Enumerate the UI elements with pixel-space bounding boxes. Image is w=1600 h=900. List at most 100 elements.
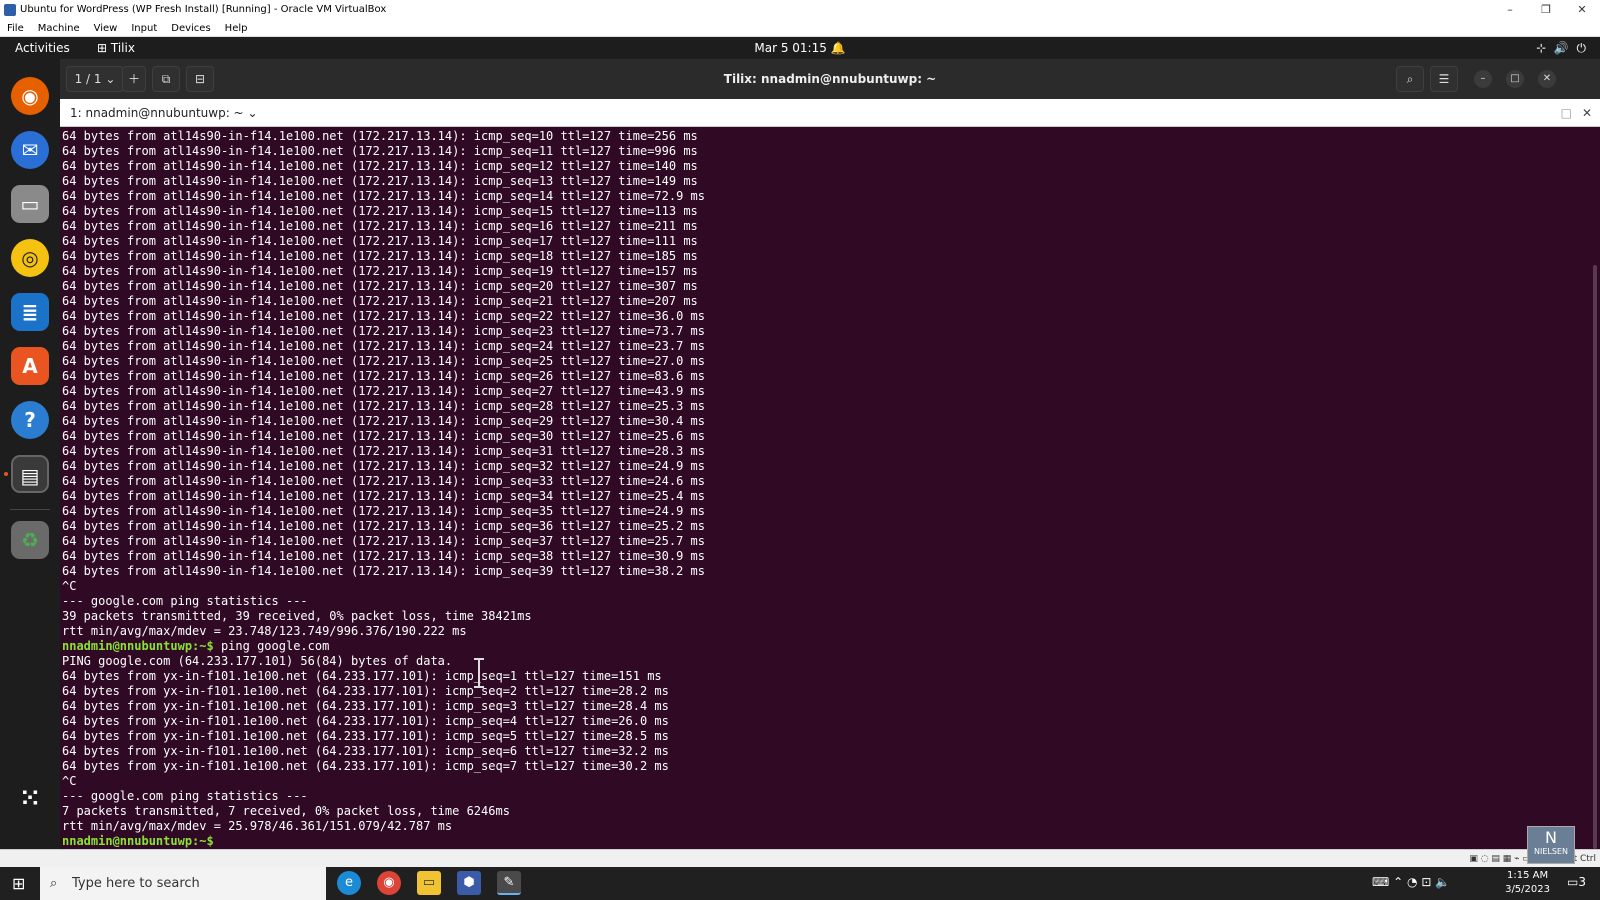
restore-icon[interactable]: ❐ xyxy=(1528,0,1564,20)
split-down-button[interactable]: ⊟ xyxy=(186,66,214,92)
notification-center[interactable]: ▭3 xyxy=(1567,875,1586,889)
running-indicator xyxy=(4,472,8,476)
terminal-line: 64 bytes from atl14s90-in-f14.1e100.net … xyxy=(62,429,705,443)
terminal-line: 64 bytes from atl14s90-in-f14.1e100.net … xyxy=(62,294,698,308)
nielsen-watermark-logo: N NIELSEN xyxy=(1527,826,1575,864)
chrome-icon[interactable]: ◉ xyxy=(377,871,401,895)
terminal-line: 64 bytes from atl14s90-in-f14.1e100.net … xyxy=(62,489,705,503)
terminal-line: PING google.com (64.233.177.101) 56(84) … xyxy=(62,654,453,668)
close-terminal-icon[interactable]: ✕ xyxy=(1582,99,1592,127)
text-cursor-icon xyxy=(474,658,484,688)
menu-help[interactable]: Help xyxy=(218,20,255,37)
maximize-icon[interactable]: □ xyxy=(1506,70,1524,88)
tilix-headerbar: Tilix: nnadmin@nnubuntuwp: ~ 1 / 1 ⌄ ＋ ⧉… xyxy=(60,59,1600,99)
terminal-line: --- google.com ping statistics --- xyxy=(62,594,308,608)
terminal-line: 64 bytes from atl14s90-in-f14.1e100.net … xyxy=(62,174,698,188)
watermark-text: NIELSEN xyxy=(1534,847,1568,856)
terminal-line: 64 bytes from atl14s90-in-f14.1e100.net … xyxy=(62,189,705,203)
terminal-line: 64 bytes from atl14s90-in-f14.1e100.net … xyxy=(62,219,698,233)
find-button[interactable]: ⌕ xyxy=(1396,66,1424,92)
terminal-scrollbar[interactable] xyxy=(1593,265,1597,849)
terminal-line: 64 bytes from atl14s90-in-f14.1e100.net … xyxy=(62,519,705,533)
split-right-button[interactable]: ⧉ xyxy=(152,66,180,92)
terminal-line: 64 bytes from yx-in-f101.1e100.net (64.2… xyxy=(62,684,669,698)
terminal-line: 64 bytes from yx-in-f101.1e100.net (64.2… xyxy=(62,744,669,758)
terminal-line: 64 bytes from atl14s90-in-f14.1e100.net … xyxy=(62,564,705,578)
close-icon[interactable]: ✕ xyxy=(1538,70,1556,88)
prompt-line: nnadmin@nnubuntuwp:~$ ping google.com xyxy=(62,639,1600,654)
search-icon: ⌕ xyxy=(50,876,58,891)
edge-icon[interactable]: e xyxy=(337,871,361,895)
terminal-line: 64 bytes from atl14s90-in-f14.1e100.net … xyxy=(62,444,705,458)
menu-machine[interactable]: Machine xyxy=(31,20,87,37)
watermark-mark: N xyxy=(1545,828,1557,847)
system-tray[interactable]: ⊹ 🔊 ⏻ xyxy=(1536,37,1586,59)
dock-separator xyxy=(10,509,50,510)
chevron-down-icon: ⌄ xyxy=(105,72,116,86)
rhythmbox-icon[interactable]: ◎ xyxy=(11,239,49,277)
terminal-line: ^C xyxy=(62,579,77,593)
software-center-icon[interactable]: A xyxy=(11,347,49,385)
taskbar-date: 3/5/2023 xyxy=(1505,884,1550,895)
close-icon[interactable]: ✕ xyxy=(1564,0,1600,20)
taskbar-search-box[interactable]: ⌕ Type here to search xyxy=(40,867,326,900)
minimize-icon[interactable]: – xyxy=(1474,70,1492,88)
terminal-output[interactable]: 64 bytes from atl14s90-in-f14.1e100.net … xyxy=(60,127,1600,849)
trash-icon[interactable]: ♻ xyxy=(11,521,49,559)
terminal-title-dropdown[interactable]: 1: nnadmin@nnubuntuwp: ~ ⌄ xyxy=(70,99,258,127)
terminal-line: 64 bytes from atl14s90-in-f14.1e100.net … xyxy=(62,234,698,248)
split-right-icon: ⧉ xyxy=(161,72,171,86)
terminal-line: 7 packets transmitted, 7 received, 0% pa… xyxy=(62,804,510,818)
keyboard-icon: ⌨ xyxy=(1372,875,1390,889)
libreoffice-writer-icon[interactable]: ≣ xyxy=(11,293,49,331)
maximize-terminal-icon[interactable]: □ xyxy=(1561,99,1572,127)
terminal-line: 64 bytes from atl14s90-in-f14.1e100.net … xyxy=(62,549,705,563)
search-placeholder: Type here to search xyxy=(72,876,200,891)
clock-text: Mar 5 01:15 xyxy=(754,41,827,55)
terminal-line: 64 bytes from atl14s90-in-f14.1e100.net … xyxy=(62,384,705,398)
terminal-line: 64 bytes from yx-in-f101.1e100.net (64.2… xyxy=(62,729,669,743)
terminal-line: 64 bytes from yx-in-f101.1e100.net (64.2… xyxy=(62,669,662,683)
volume-icon: 🔈 xyxy=(1435,875,1451,889)
menu-file[interactable]: File xyxy=(0,20,31,37)
windows-taskbar: ⊞ ⌕ Type here to search e ◉ ▭ ⬢ ✎ ⌨ ⌃ ◔ … xyxy=(0,867,1600,900)
menu-view[interactable]: View xyxy=(87,20,125,37)
plus-icon: ＋ xyxy=(127,72,140,86)
files-icon[interactable]: ▭ xyxy=(11,185,49,223)
thunderbird-icon[interactable]: ✉ xyxy=(11,131,49,169)
terminal-line: 64 bytes from yx-in-f101.1e100.net (64.2… xyxy=(62,714,669,728)
hamburger-menu-button[interactable]: ☰ xyxy=(1430,66,1458,92)
shell-command: ping google.com xyxy=(213,639,330,653)
terminal-line: ^C xyxy=(62,774,77,788)
tilix-window-title: Tilix: nnadmin@nnubuntuwp: ~ xyxy=(723,72,937,86)
power-icon: ⏻ xyxy=(1576,41,1587,55)
clock[interactable]: Mar 5 01:15 🔔 xyxy=(0,37,1600,59)
terminal-line: rtt min/avg/max/mdev = 23.748/123.749/99… xyxy=(62,624,467,638)
virtualbox-menubar: File Machine View Input Devices Help xyxy=(0,20,1600,37)
terminal-line: 64 bytes from atl14s90-in-f14.1e100.net … xyxy=(62,474,705,488)
network-icon: ⊡ xyxy=(1421,875,1432,889)
minimize-icon[interactable]: – xyxy=(1492,0,1528,20)
gnome-top-bar: Activities ⊞ Tilix Mar 5 01:15 🔔 ⊹ 🔊 ⏻ xyxy=(0,37,1600,59)
show-apps-icon[interactable]: ⁙ xyxy=(11,779,49,817)
terminal-line: 64 bytes from atl14s90-in-f14.1e100.net … xyxy=(62,279,698,293)
session-switcher[interactable]: 1 / 1 ⌄ xyxy=(66,66,124,92)
notification-icon: ▭ xyxy=(1567,875,1579,889)
terminal-line: 64 bytes from atl14s90-in-f14.1e100.net … xyxy=(62,414,705,428)
help-icon[interactable]: ? xyxy=(11,401,49,439)
vm-window-icon[interactable]: ✎ xyxy=(497,871,521,895)
terminal-line: --- google.com ping statistics --- xyxy=(62,789,308,803)
file-explorer-icon[interactable]: ▭ xyxy=(417,871,441,895)
firefox-icon[interactable]: ◉ xyxy=(11,77,49,115)
terminal-line: 64 bytes from atl14s90-in-f14.1e100.net … xyxy=(62,339,705,353)
taskbar-clock[interactable]: 1:15 AM 3/5/2023 xyxy=(1505,869,1550,897)
virtualbox-icon[interactable]: ⬢ xyxy=(457,871,481,895)
terminal-line: rtt min/avg/max/mdev = 25.978/46.361/151… xyxy=(62,819,453,833)
windows-start-icon[interactable]: ⊞ xyxy=(12,874,25,893)
menu-devices[interactable]: Devices xyxy=(164,20,217,37)
tilix-icon[interactable]: ▤ xyxy=(11,455,49,493)
menu-input[interactable]: Input xyxy=(124,20,164,37)
terminal-line: 64 bytes from yx-in-f101.1e100.net (64.2… xyxy=(62,699,669,713)
tray-icons[interactable]: ⌨ ⌃ ◔ ⊡ 🔈 xyxy=(1372,875,1450,889)
add-session-button[interactable]: ＋ xyxy=(122,66,146,92)
